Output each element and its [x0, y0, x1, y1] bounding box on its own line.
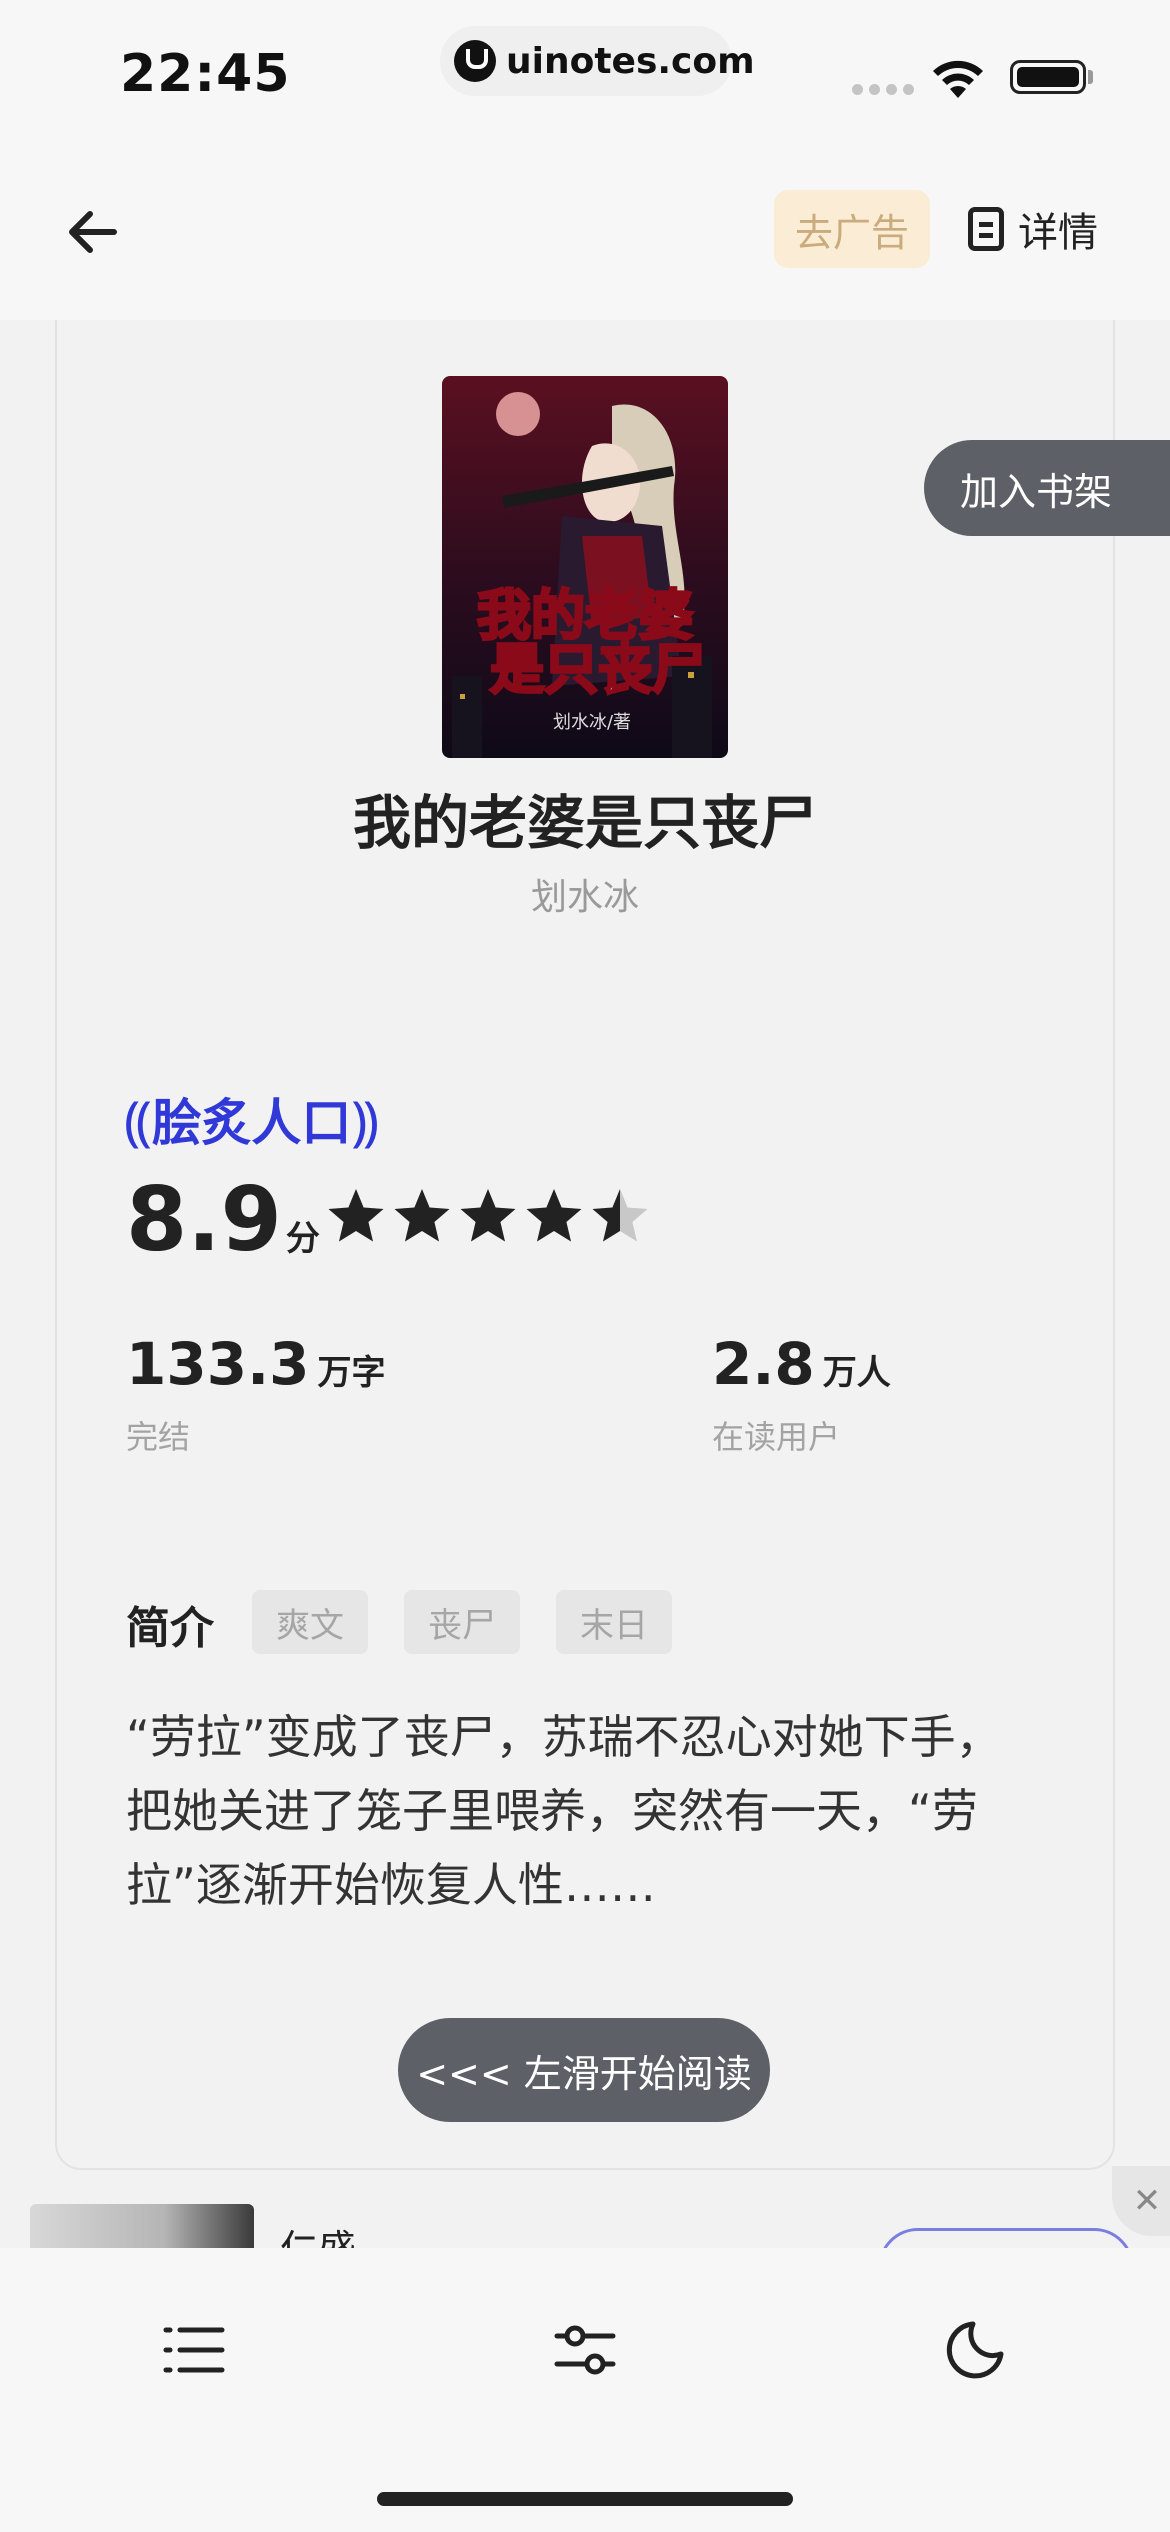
score-value: 8.9	[126, 1168, 282, 1271]
back-button[interactable]	[52, 192, 132, 272]
status-time: 22:45	[120, 44, 291, 104]
night-mode-button[interactable]	[925, 2300, 1025, 2400]
star-icon	[328, 1189, 384, 1242]
tag-2[interactable]: 丧尸	[404, 1590, 520, 1654]
readers-label: 在读用户	[712, 1418, 841, 1456]
star-icon	[460, 1189, 516, 1242]
laurel-right-icon: ⸩	[351, 1090, 379, 1153]
readers-value: 2.8	[712, 1330, 815, 1398]
laurel-left-icon: ⸨	[124, 1090, 152, 1153]
site-logo-icon	[454, 40, 496, 82]
star-icon	[526, 1189, 582, 1242]
tag-1[interactable]: 爽文	[252, 1590, 368, 1654]
book-author[interactable]: 划水冰	[0, 868, 1170, 920]
add-to-shelf-button[interactable]: 加入书架	[924, 440, 1170, 536]
readers-unit: 万人	[822, 1353, 891, 1393]
document-icon	[968, 207, 1004, 251]
remove-ads-button[interactable]: 去广告	[774, 190, 930, 268]
intro-text: “劳拉”变成了丧尸，苏瑞不忍心对她下手，把她关进了笼子里喂养，突然有一天，“劳拉…	[126, 1710, 1002, 1912]
intro-heading: 简介	[126, 1603, 214, 1654]
battery-cap	[1088, 70, 1093, 84]
ad-close-button[interactable]: ✕	[1112, 2166, 1170, 2236]
cover-title-line-2: 是只丧尸	[490, 637, 706, 701]
popularity-badge: ⸨ 脍炙人口 ⸩	[124, 1082, 379, 1156]
word-count-unit: 万字	[317, 1353, 386, 1393]
url-text: uinotes.com	[506, 40, 755, 82]
home-indicator[interactable]	[377, 2492, 793, 2506]
table-of-contents-button[interactable]	[144, 2300, 244, 2400]
wifi-icon	[933, 60, 983, 98]
stat-word-count: 133.3 万字	[126, 1330, 385, 1398]
stat-readers: 2.8 万人	[712, 1330, 891, 1398]
word-count-value: 133.3	[126, 1330, 310, 1398]
badge-text: 脍炙人口	[151, 1094, 352, 1152]
start-reading-button[interactable]: <<< 左滑开始阅读	[398, 2018, 770, 2122]
book-cover[interactable]: 我的老婆 是只丧尸 划水冰/著	[442, 376, 728, 758]
tag-3[interactable]: 末日	[556, 1590, 672, 1654]
details-label: 详情	[1018, 210, 1098, 256]
star-rating	[326, 1186, 650, 1246]
sliders-icon	[554, 2325, 616, 2375]
cover-author: 划水冰/著	[553, 712, 631, 733]
star-icon	[394, 1189, 450, 1242]
word-count-label: 完结	[126, 1418, 191, 1456]
reader-settings-button[interactable]	[535, 2300, 635, 2400]
moon-icon	[946, 2321, 1004, 2379]
arrow-left-icon	[69, 211, 117, 253]
details-button[interactable]: 详情	[968, 190, 1098, 268]
list-icon	[163, 2327, 225, 2373]
signal-icon	[852, 84, 914, 95]
url-pill[interactable]: uinotes.com	[440, 26, 755, 96]
score-unit: 分	[285, 1219, 320, 1259]
score: 8.9 分	[126, 1176, 320, 1264]
star-icon	[592, 1189, 648, 1242]
book-title: 我的老婆是只丧尸	[352, 789, 817, 857]
battery-icon	[1010, 60, 1086, 94]
